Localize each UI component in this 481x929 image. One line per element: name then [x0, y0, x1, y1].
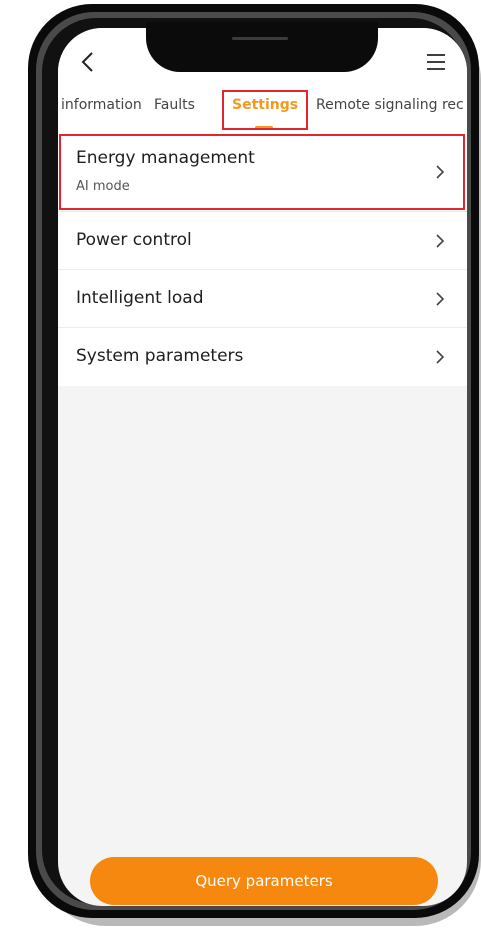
- highlight-energy-management: [59, 134, 465, 210]
- chevron-right-icon: [436, 234, 445, 248]
- list-item-intelligent-load[interactable]: Intelligent load: [58, 270, 467, 327]
- chevron-left-icon[interactable]: [76, 50, 100, 74]
- chevron-right-icon: [436, 292, 445, 306]
- notch-speaker: [232, 37, 288, 40]
- tab-faults[interactable]: Faults: [154, 94, 195, 116]
- tab-remote-signaling[interactable]: Remote signaling rec: [316, 94, 464, 116]
- highlight-settings-tab: [222, 90, 308, 130]
- list-item-power-control[interactable]: Power control: [58, 212, 467, 269]
- query-parameters-button[interactable]: Query parameters: [90, 857, 438, 905]
- hamburger-menu-icon[interactable]: [424, 50, 448, 74]
- list-item-title: Power control: [76, 230, 192, 250]
- list-item-title: System parameters: [76, 346, 244, 366]
- list-item-title: Intelligent load: [76, 288, 204, 308]
- list-item-system-parameters[interactable]: System parameters: [58, 328, 467, 385]
- tab-information[interactable]: information: [61, 94, 142, 116]
- phone-notch: [146, 22, 378, 72]
- chevron-right-icon: [436, 350, 445, 364]
